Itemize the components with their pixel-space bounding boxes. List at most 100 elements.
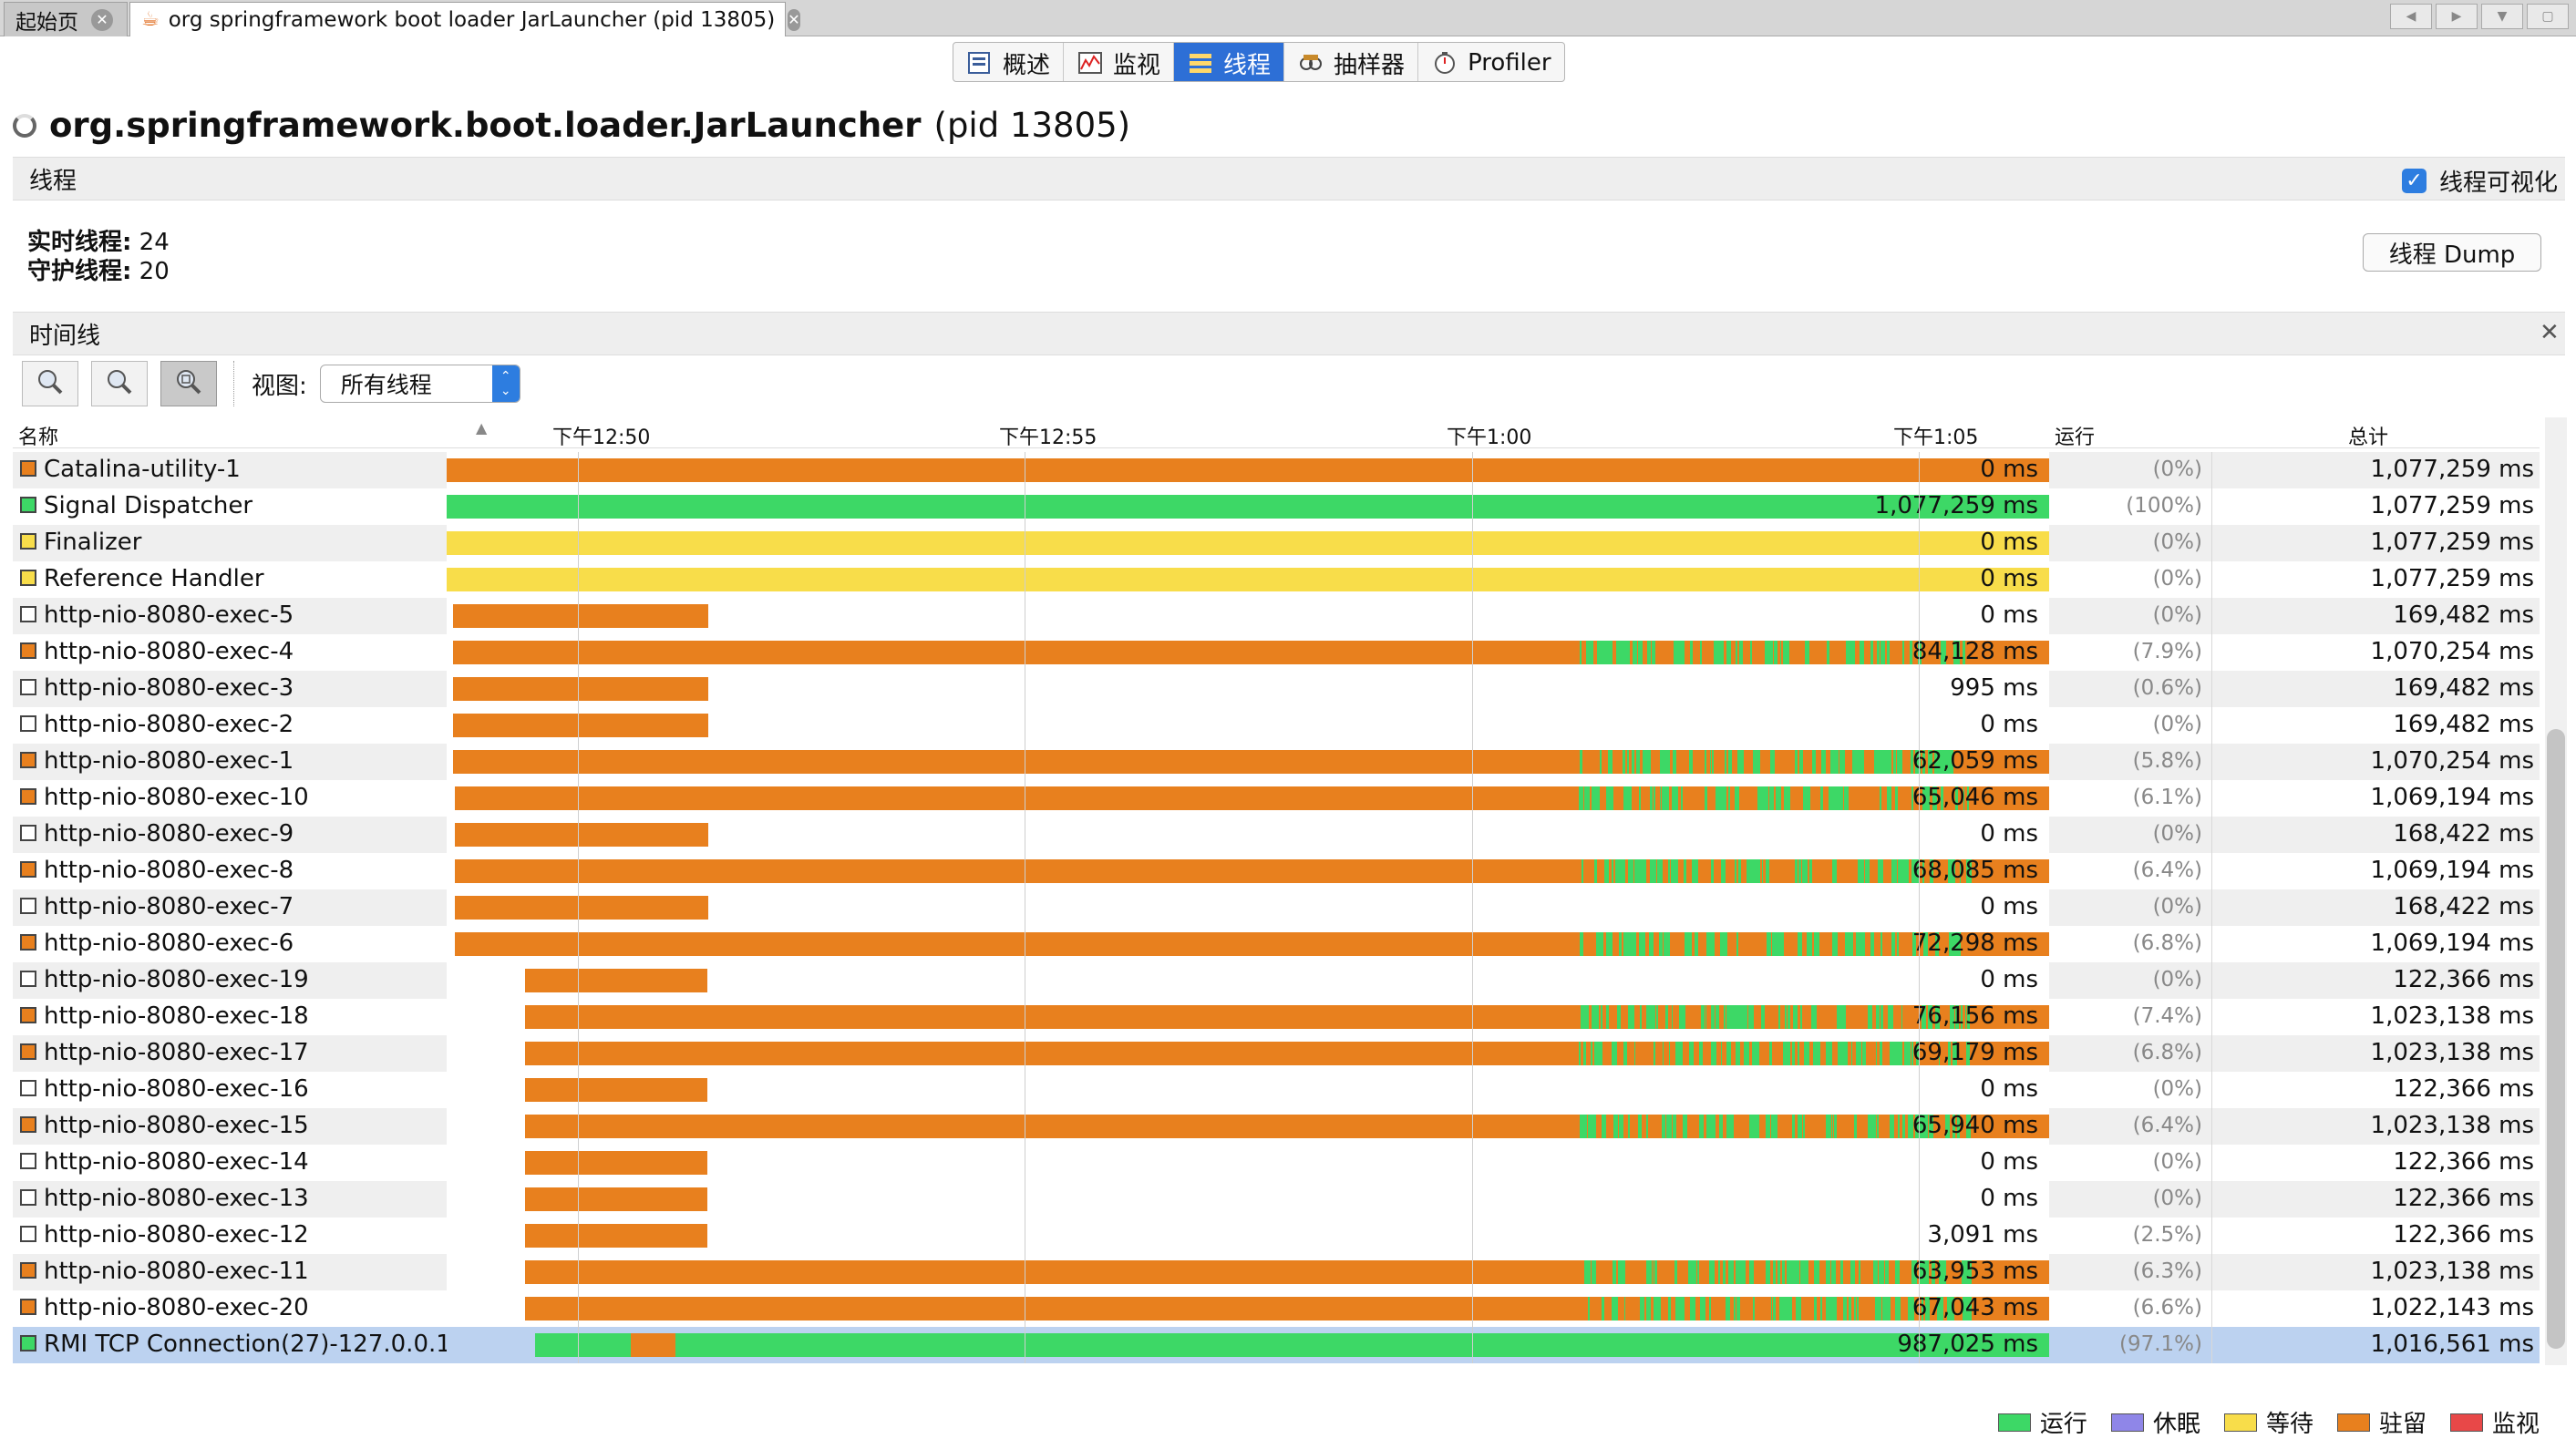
thread-row[interactable]: http-nio-8080-exec-16 0 ms (0%) 122,366 ms — [13, 1072, 2540, 1108]
running-segment — [1896, 932, 1899, 956]
thread-row[interactable]: http-nio-8080-exec-8 68,085 ms (6.4%) 1,069… — [13, 853, 2540, 889]
thread-row[interactable]: http-nio-8080-exec-6 72,298 ms (6.8%) 1,069… — [13, 926, 2540, 962]
running-segment — [1592, 1005, 1596, 1029]
running-segment — [1705, 932, 1712, 956]
thread-name: http-nio-8080-exec-2 — [44, 711, 294, 738]
thread-dump-button[interactable]: 线程 Dump — [2363, 233, 2541, 272]
tab-jarlauncher[interactable]: ☕ org springframework boot loader JarLau… — [129, 2, 800, 36]
column-header-total[interactable]: 总计 — [2348, 421, 2388, 450]
running-segment — [1660, 932, 1664, 956]
running-segment — [1738, 859, 1741, 883]
thread-row[interactable]: http-nio-8080-exec-17 69,179 ms (6.8%) 1,02… — [13, 1035, 2540, 1072]
thread-row[interactable]: http-nio-8080-exec-2 0 ms (0%) 169,482 ms — [13, 707, 2540, 744]
total-time: 169,482 ms — [2393, 674, 2534, 702]
thread-row[interactable]: Catalina-utility-1 0 ms (0%) 1,077,259 ms — [13, 452, 2540, 488]
running-percent: (0%) — [2152, 1187, 2202, 1210]
thread-row[interactable]: http-nio-8080-exec-9 0 ms (0%) 168,422 ms — [13, 817, 2540, 853]
column-header-name[interactable]: 名称 — [18, 421, 58, 450]
running-segment — [1862, 1042, 1866, 1065]
column-divider — [2211, 1327, 2212, 1363]
running-segment — [1879, 1042, 1882, 1065]
thread-row[interactable]: http-nio-8080-exec-20 67,043 ms (6.6%) 1,02… — [13, 1290, 2540, 1327]
running-segment — [1709, 1260, 1715, 1284]
column-divider — [2211, 744, 2212, 780]
running-segment — [1679, 1005, 1685, 1029]
legend-label: 等待 — [2265, 1411, 2313, 1438]
total-time: 168,422 ms — [2393, 893, 2534, 920]
running-segment — [1831, 786, 1837, 810]
column-header-running[interactable]: 运行 — [2055, 421, 2095, 450]
close-icon[interactable]: ✕ — [91, 8, 113, 31]
tab-left-icon[interactable]: ◀ — [2390, 4, 2432, 29]
thread-row[interactable]: http-nio-8080-exec-10 65,046 ms (6.1%) 1,06… — [13, 780, 2540, 817]
zoom-in-button[interactable] — [22, 361, 78, 406]
thread-row[interactable]: RMI TCP Connection(27)-127.0.0.1 987,025 … — [13, 1327, 2540, 1363]
tab-overview-label: 概述 — [1003, 51, 1051, 79]
thread-state-icon — [20, 934, 36, 951]
scrollbar-thumb[interactable] — [2547, 729, 2565, 1349]
thread-row[interactable]: http-nio-8080-exec-3 995 ms (0.6%) 169,482 … — [13, 671, 2540, 707]
running-segment — [1877, 750, 1883, 774]
running-segment — [1582, 1005, 1587, 1029]
time-gridline — [1919, 452, 1920, 1363]
thread-state-bar — [535, 1333, 2049, 1357]
thread-row[interactable]: http-nio-8080-exec-11 63,953 ms (6.3%) 1,02… — [13, 1254, 2540, 1290]
running-segment — [1668, 1042, 1671, 1065]
thread-name: http-nio-8080-exec-8 — [44, 857, 294, 884]
running-segment — [1644, 750, 1649, 774]
zoom-out-button[interactable] — [91, 361, 148, 406]
total-time: 169,482 ms — [2393, 601, 2534, 629]
thread-row[interactable]: http-nio-8080-exec-14 0 ms (0%) 122,366 ms — [13, 1145, 2540, 1181]
fit-zoom-button[interactable] — [160, 361, 217, 406]
running-segment — [1900, 1042, 1902, 1065]
running-segment — [1651, 641, 1656, 664]
running-percent: (0.6%) — [2132, 676, 2202, 700]
running-segment — [1683, 1115, 1688, 1138]
column-divider — [2211, 488, 2212, 525]
thread-row[interactable]: http-nio-8080-exec-7 0 ms (0%) 168,422 ms — [13, 889, 2540, 926]
sort-ascending-icon[interactable]: ▲ — [476, 419, 487, 437]
thread-row[interactable]: Finalizer 0 ms (0%) 1,077,259 ms — [13, 525, 2540, 561]
thread-row[interactable]: http-nio-8080-exec-4 84,128 ms (7.9%) 1,070… — [13, 634, 2540, 671]
running-segment — [1639, 786, 1641, 810]
thread-row[interactable]: Signal Dispatcher 1,077,259 ms (100%) 1,077… — [13, 488, 2540, 525]
visualize-threads-checkbox[interactable]: ✓ 线程可视化 — [2401, 164, 2558, 198]
close-timeline-icon[interactable]: ✕ — [2540, 319, 2560, 346]
running-segment — [1711, 1115, 1716, 1138]
tab-start-page[interactable]: 起始页 ✕ — [4, 2, 128, 36]
tab-overview[interactable]: 概述 — [953, 43, 1065, 81]
running-segment — [1677, 641, 1681, 664]
tab-threads[interactable]: 线程 — [1174, 43, 1285, 81]
running-segment — [1795, 1297, 1801, 1321]
column-divider — [2211, 1035, 2212, 1072]
running-segment — [1848, 1297, 1851, 1321]
running-segment — [1718, 641, 1722, 664]
tab-list-icon[interactable]: ▼ — [2481, 4, 2523, 29]
tab-right-icon[interactable]: ▶ — [2436, 4, 2478, 29]
running-segment — [1815, 1005, 1818, 1029]
time-tick-label: 下午12:50 — [552, 426, 651, 449]
thread-row[interactable]: http-nio-8080-exec-12 3,091 ms (2.5%) 122,3… — [13, 1218, 2540, 1254]
thread-row[interactable]: http-nio-8080-exec-19 0 ms (0%) 122,366 ms — [13, 962, 2540, 999]
tab-sampler[interactable]: 抽样器 — [1284, 43, 1419, 81]
thread-row[interactable]: http-nio-8080-exec-13 0 ms (0%) 122,366 ms — [13, 1181, 2540, 1218]
view-select[interactable]: 所有线程 ⌃ ⌄ — [319, 365, 520, 403]
restore-window-icon[interactable]: ▢ — [2527, 4, 2569, 29]
thread-name: http-nio-8080-exec-1 — [44, 747, 294, 775]
tab-monitor[interactable]: 监视 — [1064, 43, 1175, 81]
thread-row[interactable]: Reference Handler 0 ms (0%) 1,077,259 ms — [13, 561, 2540, 598]
running-segment — [1806, 932, 1812, 956]
total-time: 122,366 ms — [2393, 966, 2534, 993]
thread-row[interactable]: http-nio-8080-exec-1 62,059 ms (5.8%) 1,070… — [13, 744, 2540, 780]
close-icon[interactable]: ✕ — [788, 8, 800, 31]
thread-row[interactable]: http-nio-8080-exec-5 0 ms (0%) 169,482 ms — [13, 598, 2540, 634]
running-segment — [1706, 1115, 1709, 1138]
total-time: 1,023,138 ms — [2370, 1112, 2534, 1139]
view-tabs: 概述 监视 线程 抽样器 Profiler — [953, 42, 1565, 82]
tab-profiler[interactable]: Profiler — [1418, 43, 1564, 81]
thread-row[interactable]: http-nio-8080-exec-18 76,156 ms (7.4%) 1,02… — [13, 999, 2540, 1035]
running-segment — [1852, 750, 1857, 774]
legend-swatch — [1997, 1413, 2031, 1432]
thread-row[interactable]: http-nio-8080-exec-15 65,940 ms (6.4%) 1,02… — [13, 1108, 2540, 1145]
running-time: 0 ms — [1980, 966, 2038, 993]
